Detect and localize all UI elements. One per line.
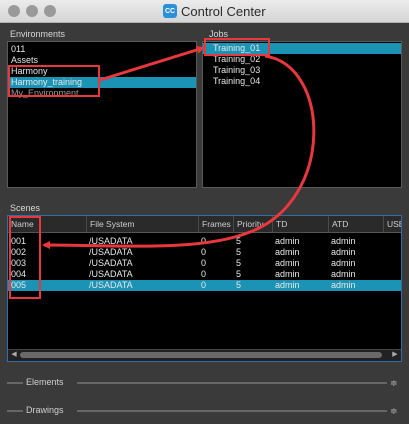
table-cell: /USADATA [89,269,133,279]
column-header[interactable]: TD [272,216,328,232]
table-cell: 5 [236,280,242,290]
table-cell: 0 [201,258,207,268]
annotation-box-scenes [9,216,41,299]
table-cell: /USADATA [89,258,133,268]
column-header[interactable]: File System [86,216,198,232]
table-cell: admin [331,269,356,279]
job-item[interactable]: Training_03 [203,65,401,76]
column-header[interactable]: Priority [233,216,272,232]
table-cell: admin [331,247,356,257]
scrollbar-thumb[interactable] [20,352,382,358]
close-window-button[interactable] [8,5,20,17]
column-header[interactable]: ATD [328,216,383,232]
drawings-section-header[interactable]: Drawings ≑ [7,405,402,416]
table-cell: 0 [201,269,207,279]
table-cell: 0 [201,236,207,246]
splitter-handle-icon[interactable]: ≑ [390,378,398,388]
environment-item[interactable]: 011 [8,44,196,55]
column-header[interactable]: Frames [198,216,233,232]
jobs-list[interactable]: Training_01 Training_02 Training_03 Trainin… [202,41,402,188]
scroll-right-arrow-icon[interactable]: ▶ [390,350,400,360]
table-cell: admin [275,280,300,290]
table-cell: /USADATA [89,247,133,257]
elements-section-label: Elements [26,377,64,387]
window-titlebar: CC Control Center [0,0,409,23]
control-center-app-icon: CC [163,4,177,18]
scroll-left-arrow-icon[interactable]: ◀ [9,350,19,360]
scene-row[interactable]: 002/USADATA 0 5 admin admin [8,247,401,258]
scene-row[interactable]: 005/USADATA 0 5 admin admin [8,280,401,291]
horizontal-scrollbar[interactable]: ◀ ▶ [8,349,401,361]
minimize-window-button[interactable] [26,5,38,17]
column-header[interactable]: USE [383,216,401,232]
scene-row[interactable]: 001/USADATA 0 5 admin admin [8,236,401,247]
table-cell: /USADATA [89,236,133,246]
table-cell: /USADATA [89,280,133,290]
table-cell: admin [331,258,356,268]
environments-label: Environments [10,29,66,39]
table-cell: 0 [201,247,207,257]
window-title: Control Center [181,3,266,19]
scenes-label: Scenes [10,203,41,213]
table-cell: 5 [236,247,242,257]
annotation-box-environment [8,65,100,97]
table-cell: admin [275,247,300,257]
scenes-table-header: NameFile SystemFramesPriorityTDATDUSE [8,216,401,233]
elements-section-header[interactable]: Elements ≑ [7,377,402,388]
scenes-table[interactable]: NameFile SystemFramesPriorityTDATDUSE 00… [7,215,402,362]
annotation-box-job [204,38,270,56]
table-cell: admin [275,236,300,246]
table-cell: 5 [236,269,242,279]
drawings-section-label: Drawings [26,405,64,415]
zoom-window-button[interactable] [44,5,56,17]
table-cell: admin [275,269,300,279]
table-cell: 5 [236,236,242,246]
scene-row[interactable]: 003/USADATA 0 5 admin admin [8,258,401,269]
table-cell: 0 [201,280,207,290]
environments-list[interactable]: 011 Assets Harmony Harmony_training My_Envir… [7,41,197,188]
table-cell: 5 [236,258,242,268]
table-cell: admin [275,258,300,268]
splitter-handle-icon[interactable]: ≑ [390,406,398,416]
scene-row[interactable]: 004/USADATA 0 5 admin admin [8,269,401,280]
table-cell: admin [331,236,356,246]
job-item[interactable]: Training_04 [203,76,401,87]
table-cell: admin [331,280,356,290]
